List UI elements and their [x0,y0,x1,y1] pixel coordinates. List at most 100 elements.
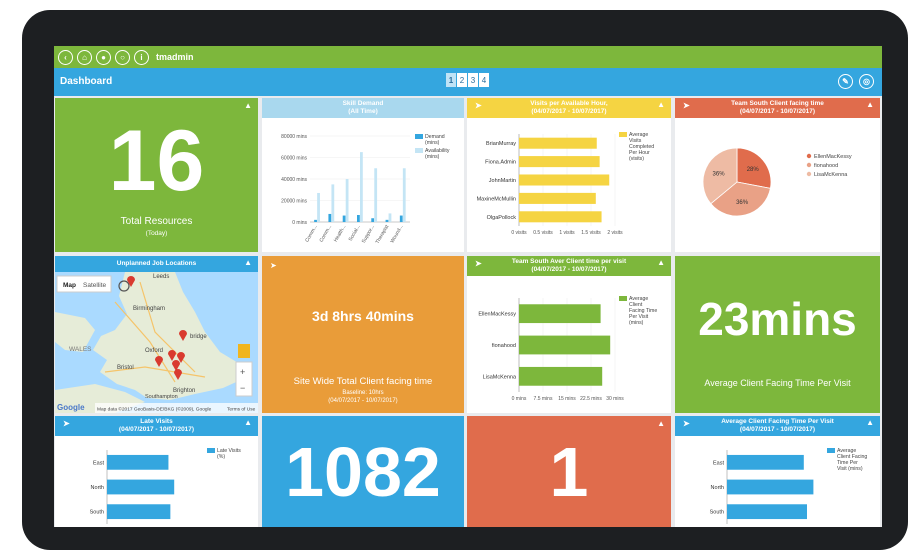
zoom-in-button[interactable]: + [240,367,245,377]
collapse-icon[interactable]: ▲ [657,259,665,267]
y-tick-label: fionahood [492,343,516,349]
bar-demand [357,215,360,222]
x-tick-label: 1.5 visits [581,230,601,236]
x-tick-label: 1 visits [559,230,575,236]
bar-availability [331,184,335,222]
site-wide-baseline: Baseline: 10hrs [342,390,384,396]
total-resources-label: Total Resources [120,216,193,227]
legend-swatch [806,162,812,168]
tile-count-1082[interactable]: 1082 [262,416,464,527]
edit-icon[interactable]: ✎ [838,74,853,89]
collapse-icon[interactable]: ▲ [866,101,874,109]
x-tick-label: Wound... [389,224,404,244]
map-view[interactable]: Map Satellite Leeds WALES Oxford Bristol… [55,272,258,413]
settings-icon[interactable]: ◎ [859,74,874,89]
collapse-icon[interactable]: ▲ [657,101,665,109]
skill-demand-chart: 0 mins 20000 mins 40000 mins 60000 mins 8000… [281,134,450,245]
map-tab[interactable]: Map [63,282,76,289]
home-icon[interactable]: ⌂ [77,49,92,65]
y-tick-label: 20000 mins [281,199,307,205]
tile-skill-demand[interactable]: Skill Demand (All Time) 0 mins 20000 mins… [262,98,464,252]
page-1-button[interactable]: 1 [446,73,456,87]
user-icon[interactable]: ● [96,49,111,65]
visits-per-hour-title: Visits per Available Hour, [530,100,608,107]
tile-south-avg[interactable]: ➤ Team South Aver Client time per visit … [467,256,671,413]
page-2-button[interactable]: 2 [457,73,467,87]
bar-availability [402,168,406,222]
y-tick-label: East [93,460,104,466]
page-3-button[interactable]: 3 [468,73,478,87]
skill-demand-title: Skill Demand [342,100,384,107]
tile-avg-time-per-visit[interactable]: ➤ Average Client Facing Time Per Visit (… [675,416,880,527]
avg-minutes-value: 23mins [698,293,857,345]
collapse-icon[interactable]: ▲ [866,419,874,427]
visits-per-hour-subtitle: (04/07/2017 - 10/07/2017) [531,108,607,115]
y-tick-label: 80000 mins [281,134,307,140]
tile-site-wide[interactable]: ➤ 3d 8hrs 40mins Site Wide Total Client … [262,256,464,413]
navigate-icon: ➤ [63,419,70,428]
pie-label: 36% [713,171,726,177]
page-4-button[interactable]: 4 [479,73,489,87]
bar-demand [314,219,317,222]
dashboard-header: Dashboard 1 2 3 4 ✎ ◎ [54,68,882,96]
collapse-icon[interactable]: ▲ [657,419,665,428]
legend-label: Average Visits Completed Per Hour (visits) [629,132,654,162]
tile-total-resources[interactable]: ▲ 16 Total Resources (Today) [55,98,258,252]
tile-count-1[interactable]: ▲ 1 [467,416,671,527]
navigate-icon: ➤ [683,101,690,110]
tile-visits-per-hour[interactable]: ➤ Visits per Available Hour, (04/07/2017… [467,98,671,252]
tile-south-client-time[interactable]: ➤ Team South Client facing time (04/07/2… [675,98,880,252]
y-tick-label: 60000 mins [281,156,307,162]
site-wide-value: 3d 8hrs 40mins [312,308,414,324]
map-place-oxford: Oxford [145,348,163,354]
bar [107,454,169,470]
late-visits-title: Late Visits [140,418,173,425]
tile-unplanned-jobs[interactable]: Unplanned Job Locations ▲ Map Satellite … [55,256,258,413]
legend-swatch [806,153,812,159]
x-tick-label: 2 visits [607,230,623,236]
bar-demand [385,219,389,222]
legend-swatch [619,132,627,137]
collapse-icon[interactable]: ▲ [244,259,252,267]
page-selector: 1 2 3 4 [446,73,489,87]
count-1082-value: 1082 [285,433,441,511]
back-icon[interactable]: ‹ [58,49,73,65]
help-icon[interactable]: ○ [115,49,130,65]
map-place-leeds: Leeds [153,274,169,280]
y-tick-label: JohnMartin [489,178,516,184]
dashboard-screen: ‹ ⌂ ● ○ i tmadmin Dashboard 1 2 3 4 ✎ ◎ … [54,46,882,527]
legend-swatch [806,171,812,177]
bar [519,304,601,324]
legend-swatch [415,148,423,153]
pegman-icon[interactable] [238,344,250,358]
avg-time-per-visit-title: Average Client Facing Time Per Visit [721,418,834,425]
legend-label: LisaMcKenna [814,172,848,178]
x-tick-label: Comm... [319,224,334,243]
x-tick-label: 22.5 mins [580,396,602,402]
tile-avg-minutes[interactable]: 23mins Average Client Facing Time Per Vi… [675,256,880,413]
bar-demand [342,215,346,222]
collapse-icon[interactable]: ▲ [244,419,252,427]
zoom-out-button[interactable]: − [240,383,245,393]
google-logo: Google [57,403,85,412]
bar-demand [371,218,375,222]
navigate-icon: ➤ [475,259,482,268]
south-client-time-title: Team South Client facing time [731,100,824,107]
y-tick-label: MaxineMcMullin [477,196,516,202]
collapse-icon[interactable]: ▲ [244,101,252,110]
info-icon[interactable]: i [134,49,149,65]
satellite-tab[interactable]: Satellite [83,282,107,289]
map-place-southampton: Southampton [145,394,178,400]
dashboard-actions: ✎ ◎ [838,74,874,89]
x-tick-label: Comm... [304,224,319,243]
avg-time-per-visit-subtitle: (04/07/2017 - 10/07/2017) [739,426,816,433]
south-client-time-header: ➤ Team South Client facing time (04/07/2… [675,98,880,118]
navigate-icon: ➤ [683,419,690,428]
tile-late-visits[interactable]: ➤ Late Visits (04/07/2017 - 10/07/2017) … [55,416,258,527]
y-tick-label: East [713,460,724,466]
map-terms-link[interactable]: Terms of Use [227,407,256,413]
map-place-birmingham: Birmingham [133,306,165,312]
site-wide-label: Site Wide Total Client facing time [293,376,433,387]
total-resources-sublabel: (Today) [145,230,168,237]
bar-availability [388,213,392,222]
